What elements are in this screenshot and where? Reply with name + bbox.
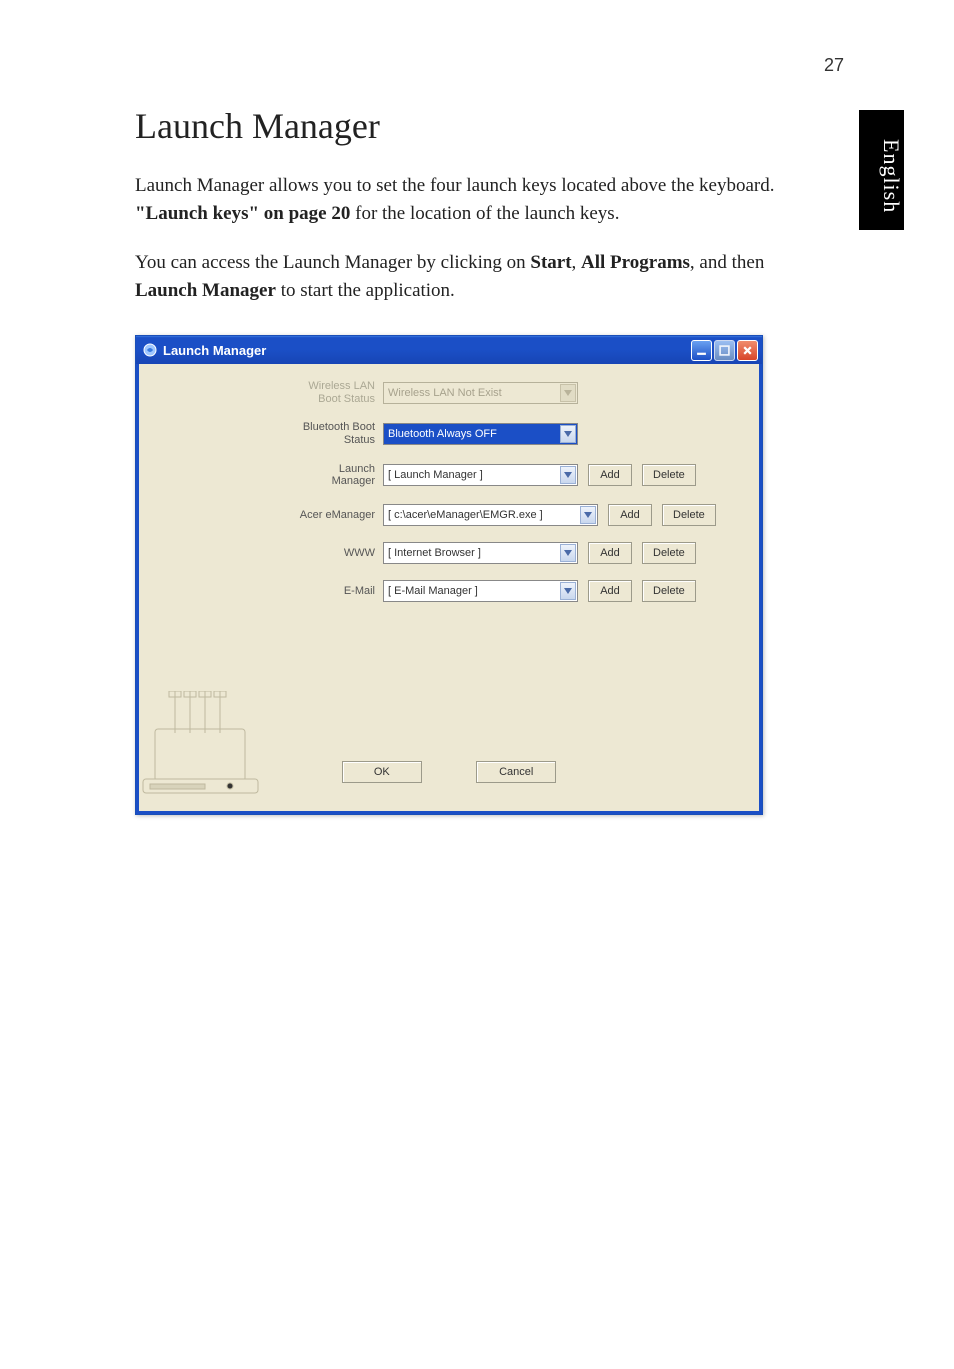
- combo-value: [ E-Mail Manager ]: [388, 585, 478, 597]
- minimize-button[interactable]: [691, 340, 712, 361]
- chevron-down-icon[interactable]: [560, 544, 576, 562]
- label-bluetooth: Bluetooth Boot Status: [298, 421, 383, 446]
- text: Launch Manager allows you to set the fou…: [135, 175, 774, 196]
- add-button-email[interactable]: Add: [588, 580, 632, 602]
- combo-www[interactable]: [ Internet Browser ]: [383, 542, 578, 564]
- combo-email[interactable]: [ E-Mail Manager ]: [383, 580, 578, 602]
- chevron-down-icon: [560, 384, 576, 402]
- combo-value: Wireless LAN Not Exist: [388, 387, 502, 399]
- launch-manager-window: Launch Manager Wireless LAN Boot Status …: [135, 335, 763, 815]
- ok-button[interactable]: OK: [342, 761, 422, 783]
- cancel-button[interactable]: Cancel: [476, 761, 556, 783]
- delete-button-email[interactable]: Delete: [642, 580, 696, 602]
- label-acer-emanager: Acer eManager: [298, 509, 383, 522]
- label-www: WWW: [298, 547, 383, 560]
- page-content: Launch Manager Launch Manager allows you…: [135, 105, 795, 326]
- cross-reference: "Launch keys" on page 20: [135, 203, 350, 224]
- chevron-down-icon[interactable]: [560, 425, 576, 443]
- window-controls: [691, 340, 758, 361]
- page-heading: Launch Manager: [135, 105, 795, 147]
- row-bluetooth: Bluetooth Boot Status Bluetooth Always O…: [153, 421, 747, 446]
- combo-wireless-lan: Wireless LAN Not Exist: [383, 382, 578, 404]
- row-wireless-lan: Wireless LAN Boot Status Wireless LAN No…: [153, 380, 747, 405]
- close-button[interactable]: [737, 340, 758, 361]
- delete-button-launch-manager[interactable]: Delete: [642, 464, 696, 486]
- window-title: Launch Manager: [163, 343, 266, 358]
- row-email: E-Mail [ E-Mail Manager ] Add Delete: [153, 580, 747, 602]
- chevron-down-icon[interactable]: [560, 466, 576, 484]
- window-client-area: Wireless LAN Boot Status Wireless LAN No…: [136, 364, 762, 814]
- label-email: E-Mail: [298, 585, 383, 598]
- row-acer-emanager: Acer eManager [ c:\acer\eManager\EMGR.ex…: [153, 504, 747, 526]
- laptop-illustration: [135, 691, 275, 801]
- text: to start the application.: [276, 280, 455, 301]
- row-www: WWW [ Internet Browser ] Add Delete: [153, 542, 747, 564]
- add-button-launch-manager[interactable]: Add: [588, 464, 632, 486]
- maximize-button[interactable]: [714, 340, 735, 361]
- text: You can access the Launch Manager by cli…: [135, 252, 530, 273]
- combo-bluetooth[interactable]: Bluetooth Always OFF: [383, 423, 578, 445]
- delete-button-www[interactable]: Delete: [642, 542, 696, 564]
- chevron-down-icon[interactable]: [580, 506, 596, 524]
- dialog-buttons: OK Cancel: [139, 761, 759, 783]
- add-button-acer[interactable]: Add: [608, 504, 652, 526]
- text: , and then: [690, 252, 764, 273]
- language-tab: English: [859, 110, 904, 230]
- text-bold: Start: [530, 252, 571, 273]
- window-titlebar[interactable]: Launch Manager: [136, 336, 762, 364]
- delete-button-acer[interactable]: Delete: [662, 504, 716, 526]
- combo-value: Bluetooth Always OFF: [388, 428, 497, 440]
- label-launch-manager: Launch Manager: [298, 463, 383, 488]
- combo-acer-emanager[interactable]: [ c:\acer\eManager\EMGR.exe ]: [383, 504, 598, 526]
- combo-launch-manager[interactable]: [ Launch Manager ]: [383, 464, 578, 486]
- label-wireless-lan: Wireless LAN Boot Status: [298, 380, 383, 405]
- combo-value: [ Internet Browser ]: [388, 547, 481, 559]
- add-button-www[interactable]: Add: [588, 542, 632, 564]
- text: ,: [572, 252, 582, 273]
- paragraph-2: You can access the Launch Manager by cli…: [135, 249, 795, 304]
- text-bold: All Programs: [581, 252, 690, 273]
- row-launch-manager: Launch Manager [ Launch Manager ] Add De…: [153, 463, 747, 488]
- combo-value: [ Launch Manager ]: [388, 469, 483, 481]
- chevron-down-icon[interactable]: [560, 582, 576, 600]
- text: for the location of the launch keys.: [350, 203, 619, 224]
- text-bold: Launch Manager: [135, 280, 276, 301]
- combo-value: [ c:\acer\eManager\EMGR.exe ]: [388, 509, 543, 521]
- paragraph-1: Launch Manager allows you to set the fou…: [135, 172, 795, 227]
- app-icon: [142, 342, 158, 358]
- page-number: 27: [824, 55, 844, 76]
